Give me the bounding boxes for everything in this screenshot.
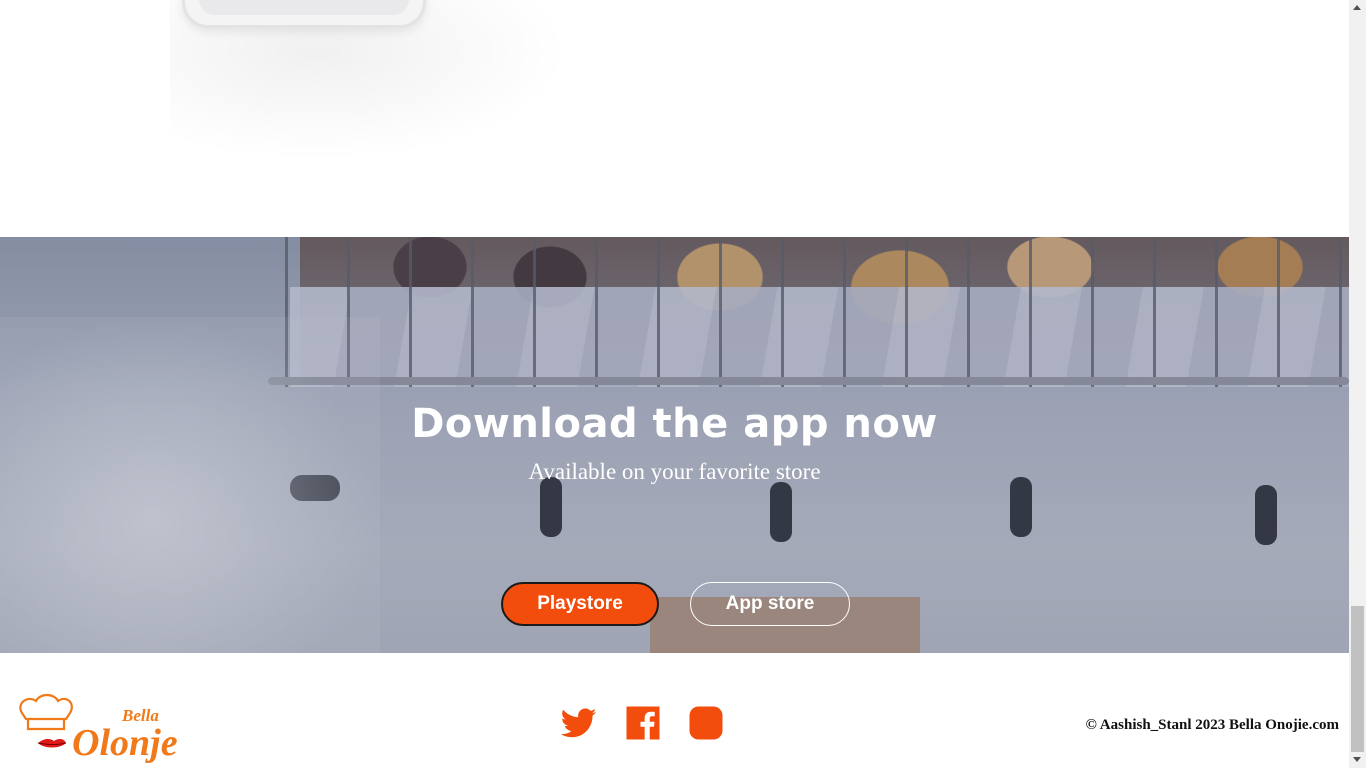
copyright-text: © Aashish_Stanl 2023 Bella Onojie.com	[1085, 717, 1339, 733]
footer: Bella Olonje © Aashish_Stanl 2023 Bella …	[0, 653, 1349, 768]
twitter-icon[interactable]	[561, 705, 597, 741]
phone-mockup	[182, 0, 426, 28]
download-app-section: Download the app now Available on your f…	[0, 237, 1349, 653]
appstore-button[interactable]: App store	[690, 582, 850, 626]
top-section	[0, 0, 1349, 237]
scroll-up-arrow-icon[interactable]	[1353, 5, 1361, 10]
download-title: Download the app now	[411, 401, 938, 447]
scrollbar-thumb[interactable]	[1351, 606, 1364, 752]
download-subtitle: Available on your favorite store	[528, 459, 821, 484]
page-scrollbar[interactable]	[1349, 0, 1366, 768]
playstore-button[interactable]: Playstore	[501, 582, 659, 626]
instagram-icon[interactable]	[688, 705, 724, 741]
bella-olonje-logo[interactable]: Bella Olonje	[14, 691, 199, 763]
scroll-down-arrow-icon[interactable]	[1353, 757, 1361, 762]
svg-text:Olonje: Olonje	[72, 722, 178, 763]
phone-screen	[199, 0, 409, 15]
facebook-icon[interactable]	[625, 705, 661, 741]
